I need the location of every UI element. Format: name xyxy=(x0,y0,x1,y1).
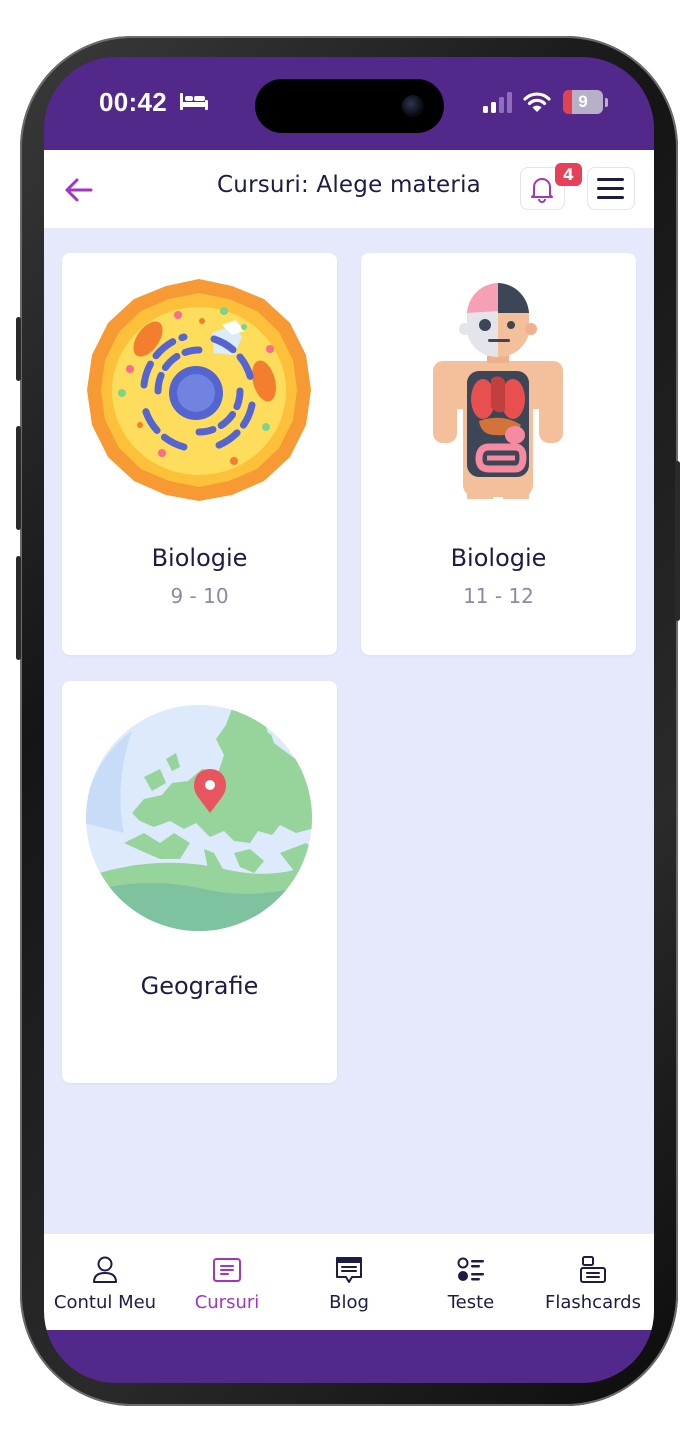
courses-icon xyxy=(213,1258,241,1282)
course-card-biologie-11-12[interactable]: Biologie 11 - 12 xyxy=(361,253,636,655)
arrow-left-icon xyxy=(65,178,93,202)
status-bar: 00:42 9 xyxy=(44,57,654,150)
bed-icon xyxy=(180,93,208,110)
blog-icon xyxy=(336,1257,362,1283)
battery-tip xyxy=(605,98,608,107)
status-time: 00:42 xyxy=(99,87,167,117)
course-title: Biologie xyxy=(450,544,547,572)
silent-switch xyxy=(16,317,21,381)
battery-icon: 9 xyxy=(563,90,603,114)
power-button xyxy=(675,461,680,621)
nav-cursuri[interactable]: Cursuri xyxy=(166,1234,288,1330)
nav-label: Teste xyxy=(447,1292,495,1313)
nav-flashcards[interactable]: Flashcards xyxy=(532,1234,654,1330)
camera-icon xyxy=(402,95,424,117)
volume-up-button xyxy=(16,426,21,530)
nav-blog[interactable]: Blog xyxy=(288,1234,410,1330)
battery-level: 9 xyxy=(578,92,588,111)
nav-label: Blog xyxy=(329,1292,369,1313)
globe-europe-icon xyxy=(86,705,312,931)
volume-down-button xyxy=(16,556,21,660)
bottom-nav: Contul Meu Cursuri Blog Teste Flashcards xyxy=(44,1234,654,1330)
cell-icon xyxy=(87,279,311,501)
back-button[interactable] xyxy=(58,168,102,212)
nav-contul-meu[interactable]: Contul Meu xyxy=(44,1234,166,1330)
dynamic-island xyxy=(255,79,444,133)
menu-button[interactable] xyxy=(587,167,635,210)
course-card-biologie-9-10[interactable]: Biologie 9 - 10 xyxy=(62,253,337,655)
home-indicator-area xyxy=(44,1330,654,1383)
tests-icon xyxy=(457,1257,484,1281)
nav-teste[interactable]: Teste xyxy=(410,1234,532,1330)
screen: 00:42 9 Cursuri: Alege materia 4 Biologi… xyxy=(44,57,654,1383)
course-title: Biologie xyxy=(151,544,248,572)
nav-label: Flashcards xyxy=(545,1292,641,1313)
wifi-icon xyxy=(523,92,551,112)
app-header: Cursuri: Alege materia 4 xyxy=(44,150,654,228)
course-grades: 11 - 12 xyxy=(463,584,534,608)
course-grades: 9 - 10 xyxy=(170,584,229,608)
course-card-geografie[interactable]: Geografie xyxy=(62,681,337,1083)
cellular-signal-icon xyxy=(483,92,512,113)
page-title: Cursuri: Alege materia xyxy=(217,172,481,198)
flashcards-icon xyxy=(580,1256,606,1283)
notification-count-badge: 4 xyxy=(555,163,582,186)
user-icon xyxy=(93,1256,117,1283)
hamburger-menu-icon xyxy=(597,178,624,199)
nav-label: Cursuri xyxy=(194,1292,260,1313)
course-grid: Biologie 9 - 10 Biologie 11 - 12 Geograf… xyxy=(44,228,654,1234)
human-anatomy-icon xyxy=(433,283,563,499)
course-title: Geografie xyxy=(140,972,259,1000)
